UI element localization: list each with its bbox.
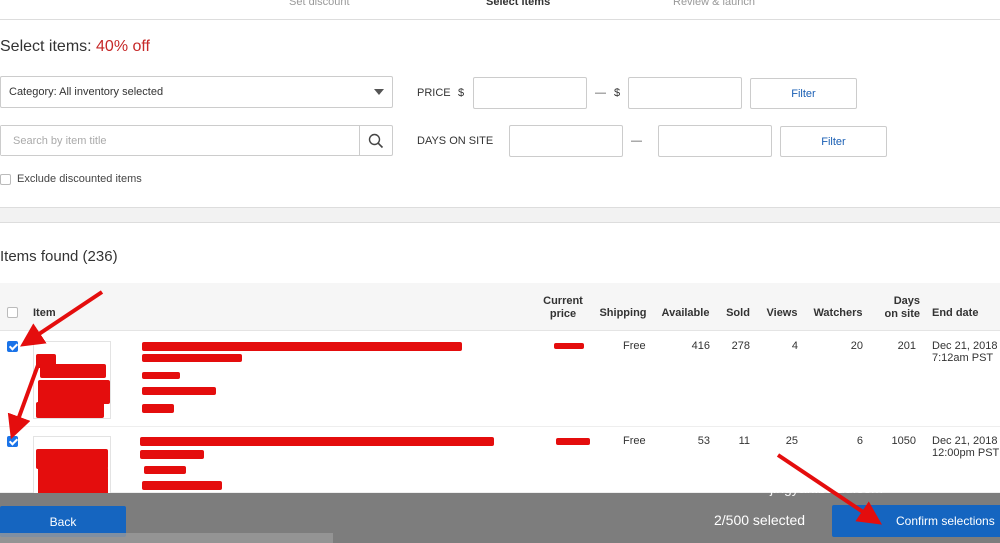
cell-days-on-site: 1050: [891, 435, 916, 447]
cell-watchers: 20: [850, 340, 863, 352]
category-select-value: Category: All inventory selected: [9, 86, 164, 98]
progress-stepper: Set discount Select items Review & launc…: [0, 0, 1000, 20]
cell-sold: 278: [731, 340, 750, 352]
row-select-checkbox[interactable]: [7, 341, 18, 352]
current-price-redacted: [556, 438, 590, 445]
exclude-discounted-label: Exclude discounted items: [17, 173, 142, 185]
header-watchers[interactable]: Watchers: [810, 307, 866, 320]
cell-available: 416: [691, 340, 710, 352]
watermark-url: jingyan.baidu.com: [770, 480, 883, 496]
step-select-items[interactable]: Select items: [486, 0, 550, 8]
header-end-date[interactable]: End date: [932, 307, 978, 320]
section-divider: [0, 207, 1000, 223]
cell-end-date: Dec 21, 2018 12:00pm PST: [932, 435, 1000, 459]
cell-views: 4: [791, 340, 798, 352]
days-max-input[interactable]: [658, 125, 772, 157]
price-min-currency: $: [458, 87, 465, 99]
cell-available: 53: [697, 435, 710, 447]
item-thumbnail[interactable]: [33, 341, 111, 419]
header-shipping[interactable]: Shipping: [597, 307, 649, 320]
header-current-price[interactable]: Current price: [538, 295, 588, 321]
table-row: Free 416 278 4 20 201 Dec 21, 2018 7:12am…: [0, 332, 1000, 427]
select-all-checkbox[interactable]: [7, 307, 18, 318]
header-sold[interactable]: Sold: [723, 307, 753, 320]
exclude-discounted-option[interactable]: Exclude discounted items: [0, 173, 142, 185]
page-title: Select items: 40% off: [0, 38, 150, 56]
title-prefix: Select items:: [0, 38, 97, 55]
step-review-launch[interactable]: Review & launch: [673, 0, 755, 8]
search-field: [0, 125, 393, 156]
days-filter-button[interactable]: Filter: [780, 126, 887, 157]
cell-days-on-site: 201: [897, 340, 916, 352]
price-range-separator: —: [595, 87, 606, 99]
exclude-discounted-checkbox[interactable]: [0, 173, 11, 185]
days-min-input[interactable]: [509, 125, 623, 157]
price-max-currency: $: [614, 87, 621, 99]
category-select[interactable]: Category: All inventory selected: [0, 76, 393, 108]
header-views[interactable]: Views: [763, 307, 801, 320]
chevron-down-icon: [374, 89, 384, 95]
discount-value: 40% off: [96, 38, 150, 55]
search-input[interactable]: [1, 126, 356, 155]
step-set-discount[interactable]: Set discount: [289, 0, 350, 8]
search-icon: [368, 133, 384, 148]
price-label: PRICE: [417, 87, 451, 99]
price-min-input[interactable]: [473, 77, 587, 109]
header-days-on-site[interactable]: Days on site: [876, 295, 920, 321]
selected-count: 2/500 selected: [714, 512, 806, 528]
table-header: Item Current price Shipping Available Sol…: [0, 283, 1000, 331]
cell-shipping: Free: [623, 340, 646, 352]
cell-shipping: Free: [623, 435, 646, 447]
price-filter-button[interactable]: Filter: [750, 78, 857, 109]
days-on-site-label: DAYS ON SITE: [417, 135, 494, 147]
cell-end-date: Dec 21, 2018 7:12am PST: [932, 340, 998, 364]
price-max-input[interactable]: [628, 77, 742, 109]
search-button[interactable]: [359, 126, 392, 155]
row-select-checkbox[interactable]: [7, 436, 18, 447]
cell-views: 25: [785, 435, 798, 447]
current-price-redacted: [554, 343, 584, 349]
cell-sold: 11: [738, 435, 750, 447]
header-available[interactable]: Available: [658, 307, 713, 320]
days-range-separator: —: [631, 135, 642, 147]
confirm-selections-button[interactable]: Confirm selections: [832, 505, 1000, 537]
item-thumbnail[interactable]: [33, 436, 111, 498]
items-found-heading: Items found (236): [0, 248, 118, 265]
cell-watchers: 6: [856, 435, 863, 447]
header-item[interactable]: Item: [33, 307, 56, 320]
status-bar-url: [0, 533, 333, 543]
